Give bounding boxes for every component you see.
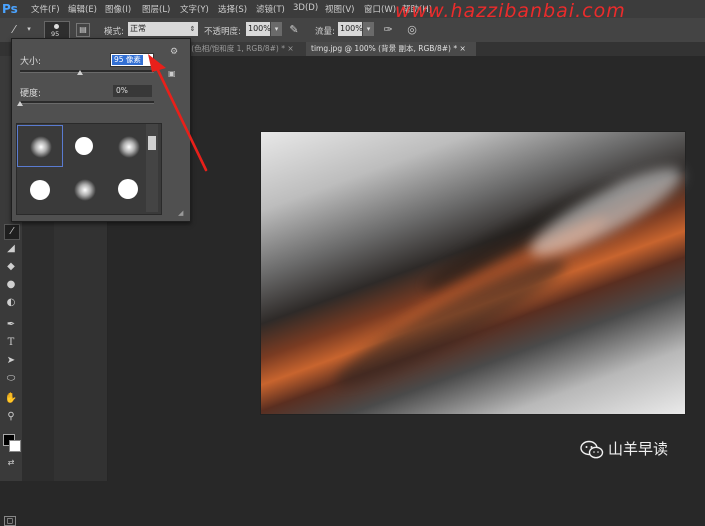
mode-dropdown-icon: ⇕ [189,25,196,33]
opacity-label: 不透明度: [204,27,241,37]
brush-tool-icon[interactable]: ⁄ [6,22,22,37]
hard-brush-tip-icon [75,137,93,155]
menu-view[interactable]: 视图(V) [325,3,354,15]
menu-layer[interactable]: 图层(L) [142,3,170,15]
menu-type[interactable]: 文字(Y) [180,3,209,15]
zoom-tool-icon[interactable]: ⚲ [4,410,18,424]
brush-tool-icon[interactable]: ⁄ [4,224,20,240]
brush-size-readout: 95 [51,30,60,38]
pen-tool-icon[interactable]: ✒ [4,318,18,332]
background-color-swatch[interactable] [9,440,21,452]
airbrush-icon[interactable]: ✑ [380,22,396,37]
paint-bucket-tool-icon[interactable]: ◆ [4,260,18,274]
flow-input[interactable]: 100% [338,22,363,36]
hard-brush-tip-icon [118,179,138,199]
pressure-size-icon[interactable]: ◎ [404,22,420,37]
brand-signature: 山羊早读 [580,438,668,460]
flow-dropdown-icon[interactable]: ▾ [363,22,374,36]
menu-bar: Ps 文件(F) 编辑(E) 图像(I) 图层(L) 文字(Y) 选择(S) 滤… [0,0,705,22]
hard-brush-tip-icon [30,180,50,200]
brush-preset-hard-2[interactable] [18,170,62,210]
canvas-image[interactable] [260,131,691,415]
menu-window[interactable]: 窗口(W) [364,3,396,15]
ellipse-tool-icon[interactable]: ⬭ [4,372,18,386]
opacity-dropdown-icon[interactable]: ▾ [271,22,282,36]
chevron-down-icon[interactable]: ▾ [24,22,34,37]
eraser-tool-icon[interactable]: ◢ [4,242,18,256]
mode-label: 模式: [104,27,124,37]
soft-brush-tip-icon [118,136,140,158]
path-selection-tool-icon[interactable]: ➤ [4,354,18,368]
hardness-label: 硬度: [20,89,42,99]
blur-tool-icon[interactable]: ● [4,278,18,292]
quick-mask-icon[interactable]: ◻ [4,516,16,526]
size-label: 大小: [20,57,42,67]
wechat-icon [580,440,604,458]
menu-image[interactable]: 图像(I) [105,3,131,15]
brush-preset-soft-3[interactable] [63,170,107,210]
size-slider-track[interactable] [20,70,154,73]
soft-brush-tip-icon [30,136,52,158]
annotation-arrow [148,54,208,172]
type-tool-icon[interactable]: T [4,336,18,350]
menu-edit[interactable]: 编辑(E) [68,3,97,15]
dodge-tool-icon[interactable]: ◐ [4,296,18,310]
resize-grip-icon[interactable]: ◢ [178,209,183,217]
menu-3d[interactable]: 3D(D) [293,3,318,13]
soft-brush-tip-icon [74,179,96,201]
brush-preset-soft-1[interactable] [17,125,63,167]
hand-tool-icon[interactable]: ✋ [4,392,18,406]
hardness-slider-thumb[interactable] [17,101,23,106]
flow-label: 流量: [315,27,335,37]
brush-panel-toggle-icon[interactable]: ▤ [76,23,90,37]
tab-document-2[interactable]: timg.jpg @ 100% (背景 副本, RGB/8#) * × [306,42,476,56]
app-logo: Ps [2,2,18,16]
hardness-slider-track[interactable] [20,101,154,104]
opacity-input[interactable]: 100% [246,22,271,36]
brand-text: 山羊早读 [608,440,669,458]
menu-select[interactable]: 选择(S) [218,3,247,15]
pressure-opacity-icon[interactable]: ✎ [286,22,302,37]
menu-filter[interactable]: 滤镜(T) [256,3,285,15]
brush-preset-hard-1[interactable] [63,126,107,166]
brush-tip-icon [54,24,59,29]
size-value-selected: 95 像素 [112,55,143,65]
size-slider-thumb[interactable] [77,70,84,75]
menu-file[interactable]: 文件(F) [31,3,60,15]
swap-colors-icon[interactable]: ⇄ [4,456,18,470]
